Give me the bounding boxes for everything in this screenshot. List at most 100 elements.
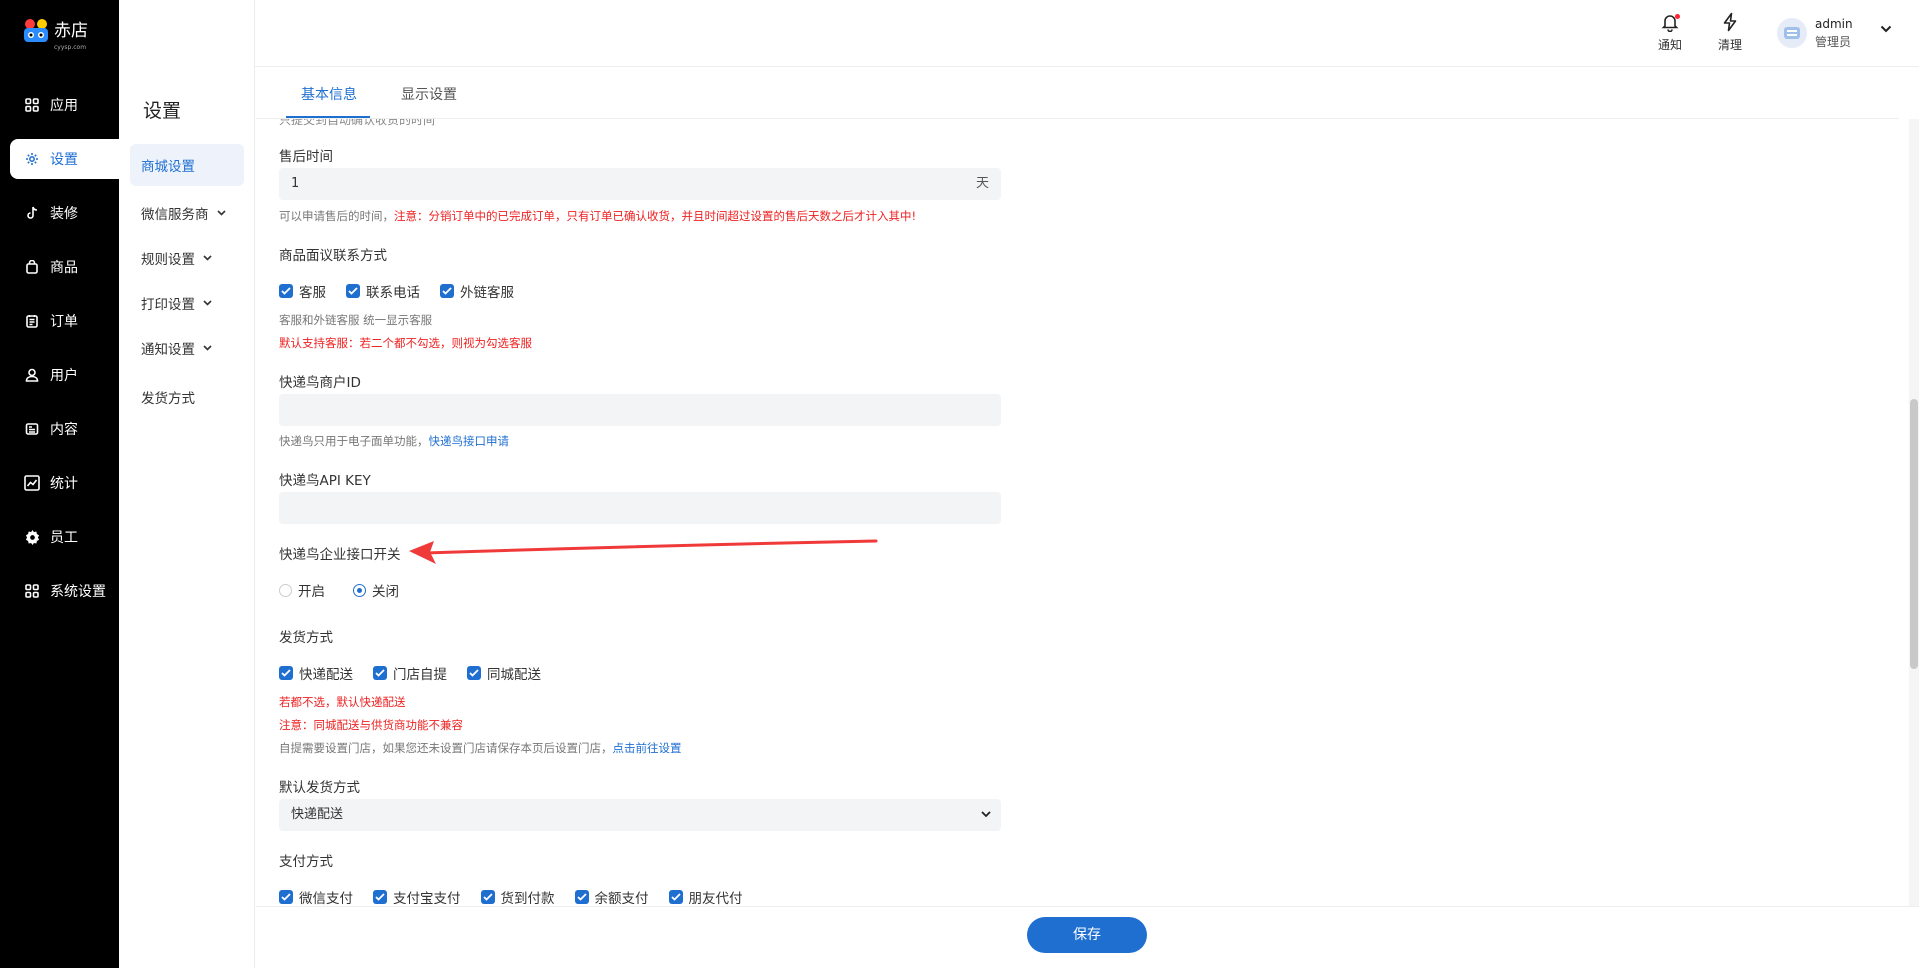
nav-item-settings[interactable]: 设置 (10, 139, 119, 179)
kdn-key-input[interactable] (279, 492, 1001, 524)
check-icon (373, 890, 387, 904)
nav-item-apps[interactable]: 应用 (10, 85, 119, 125)
checkbox-alipay[interactable]: 支付宝支付 (373, 887, 461, 906)
subnav-label: 通知设置 (141, 342, 195, 358)
checkbox-label: 门店自提 (393, 667, 447, 683)
check-icon (668, 890, 683, 904)
nav-item-content[interactable]: 内容 (10, 409, 119, 449)
select-value: 快递配送 (291, 807, 344, 822)
scrollbar-track[interactable] (1909, 119, 1919, 906)
chevron-down-icon (203, 253, 212, 264)
checkbox-friend-pay[interactable]: 朋友代付 (668, 887, 743, 906)
clipped-help-text: 只提交到自动确认收货的时间 (279, 119, 436, 127)
settings-tabs: 基本信息 显示设置 (256, 67, 1899, 119)
checkbox-same-city[interactable]: 同城配送 (467, 663, 541, 683)
main-sidebar: 赤店 cyysp.com 应用 设置 装修 商品 订单 用户 内容 统计 员工 … (0, 0, 119, 968)
save-button[interactable]: 保存 (1027, 917, 1147, 953)
payment-label: 支付方式 (279, 854, 333, 870)
check-icon (279, 284, 293, 298)
contact-label: 商品面议联系方式 (279, 248, 387, 264)
kdn-id-label: 快递鸟商户ID (279, 375, 361, 391)
nav-label: 应用 (50, 98, 78, 114)
notify-button[interactable]: 通知 (1648, 12, 1692, 53)
checkbox-label: 客服 (299, 285, 326, 301)
brand-logo[interactable]: 赤店 cyysp.com (22, 16, 88, 51)
chevron-down-icon (203, 343, 212, 354)
chart-icon (24, 475, 40, 491)
top-header: 通知 清理 admin 管理员 (119, 0, 1919, 67)
goto-settings-link[interactable]: 点击前往设置 (613, 741, 682, 755)
subnav-label: 打印设置 (141, 297, 195, 313)
subnav-item-notify[interactable]: 通知设置 (130, 327, 244, 369)
notify-label: 通知 (1657, 38, 1682, 52)
nav-item-stats[interactable]: 统计 (10, 463, 119, 503)
kdn-id-input[interactable] (279, 394, 1001, 426)
user-menu[interactable]: admin 管理员 (1777, 15, 1853, 51)
checkbox-label: 余额支付 (594, 891, 649, 906)
nav-label: 订单 (50, 314, 78, 330)
nav-item-users[interactable]: 用户 (10, 355, 119, 395)
tab-basic-info[interactable]: 基本信息 (301, 84, 357, 104)
checkbox-label: 朋友代付 (688, 891, 743, 906)
kdn-switch-label: 快递鸟企业接口开关 (279, 547, 401, 563)
apps-icon (24, 97, 40, 113)
subnav-label: 发货方式 (141, 391, 195, 407)
nav-item-goods[interactable]: 商品 (10, 247, 119, 287)
staff-gear-icon (24, 529, 40, 545)
after-sale-help: 可以申请售后的时间，注意：分销订单中的已完成订单，只有订单已确认收货，并且时间超… (279, 208, 916, 224)
checkbox-phone[interactable]: 联系电话 (346, 281, 420, 301)
brand-name: 赤店 (54, 20, 88, 41)
subnav-label: 规则设置 (141, 252, 195, 268)
subnav-label: 商城设置 (141, 159, 195, 175)
footer-bar: 保存 (256, 906, 1919, 968)
lightning-icon (1708, 12, 1752, 32)
subnav-item-mall-settings[interactable]: 商城设置 (130, 144, 244, 186)
nav-item-orders[interactable]: 订单 (10, 301, 119, 341)
subnav-title: 设置 (143, 100, 182, 122)
subnav-item-wechat-provider[interactable]: 微信服务商 (130, 192, 244, 234)
nav-item-system-settings[interactable]: 系统设置 (10, 571, 119, 611)
nav-item-staff[interactable]: 员工 (10, 517, 119, 557)
checkbox-label: 货到付款 (500, 891, 555, 906)
nav-item-decorate[interactable]: 装修 (10, 193, 119, 233)
checkbox-pickup[interactable]: 门店自提 (373, 663, 447, 683)
nav-label: 内容 (50, 422, 78, 438)
chevron-down-icon[interactable] (1880, 22, 1892, 36)
checkbox-label: 微信支付 (299, 891, 353, 906)
radio-circle (279, 583, 292, 597)
checkbox-cod[interactable]: 货到付款 (480, 887, 555, 906)
checkbox-wechat-pay[interactable]: 微信支付 (279, 887, 353, 906)
active-tab-indicator (286, 116, 370, 118)
nav-label: 设置 (50, 152, 78, 168)
checkbox-customer-service[interactable]: 客服 (279, 281, 326, 301)
subnav-item-rules[interactable]: 规则设置 (130, 237, 244, 279)
tiktok-icon (24, 205, 40, 221)
checkbox-label: 联系电话 (366, 285, 420, 301)
default-delivery-select[interactable]: 快递配送 (279, 799, 1001, 831)
checkbox-external-service[interactable]: 外链客服 (440, 281, 514, 301)
delivery-label: 发货方式 (279, 630, 333, 646)
subnav-item-delivery[interactable]: 发货方式 (130, 376, 244, 418)
kdn-apply-link[interactable]: 快递鸟接口申请 (429, 434, 510, 448)
radio-enable[interactable]: 开启 (279, 580, 325, 600)
logo-icon (22, 16, 50, 46)
clear-cache-button[interactable]: 清理 (1708, 12, 1752, 53)
kdn-key-label: 快递鸟API KEY (279, 473, 371, 489)
after-sale-input[interactable]: 1 天 (279, 168, 1001, 200)
clear-label: 清理 (1717, 38, 1742, 52)
kdn-switch-radios: 开启 关闭 (279, 580, 427, 600)
order-icon (24, 313, 40, 329)
content-icon (24, 421, 40, 437)
checkbox-express[interactable]: 快递配送 (279, 663, 353, 683)
radio-circle-selected (353, 583, 366, 597)
checkbox-balance-pay[interactable]: 余额支付 (574, 887, 649, 906)
form-scroll-area[interactable]: 只提交到自动确认收货的时间 售后时间 1 天 可以申请售后的时间，注意：分销订单… (256, 119, 1899, 906)
subnav-item-print[interactable]: 打印设置 (130, 282, 244, 324)
tab-display-settings[interactable]: 显示设置 (401, 84, 457, 104)
scrollbar-thumb[interactable] (1910, 399, 1918, 669)
check-icon (373, 666, 387, 680)
contact-help: 客服和外链客服 统一显示客服 (279, 313, 433, 327)
chevron-down-icon (203, 298, 212, 309)
checkbox-label: 支付宝支付 (393, 891, 461, 906)
radio-disable[interactable]: 关闭 (353, 580, 399, 600)
